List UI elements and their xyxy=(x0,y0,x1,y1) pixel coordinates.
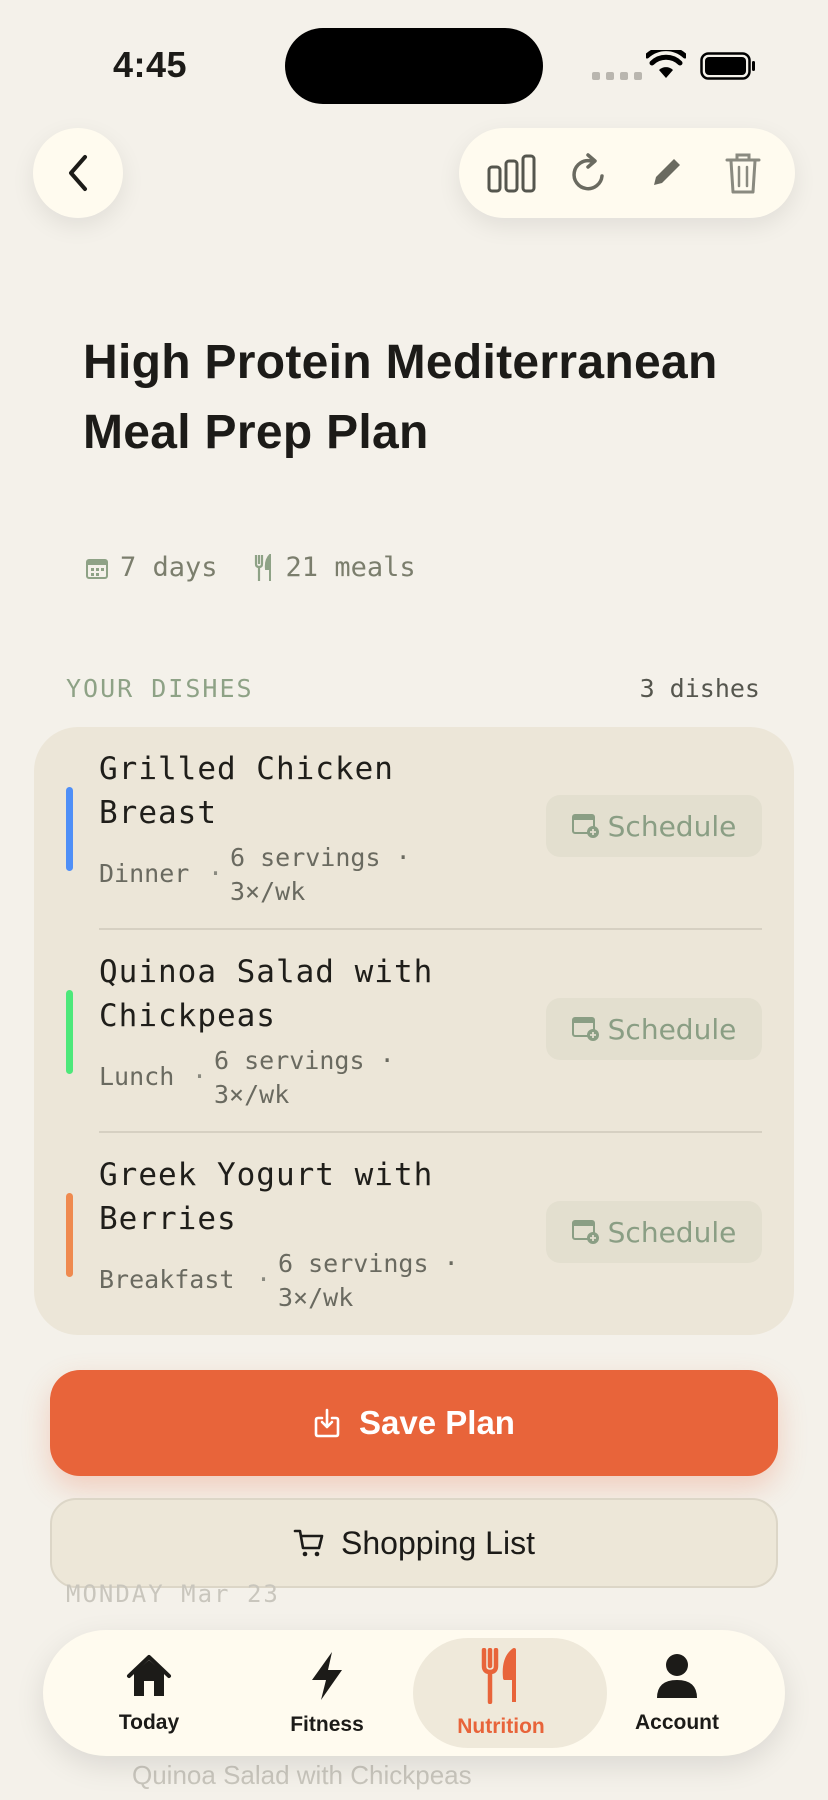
meals-meta: 21 meals xyxy=(254,552,416,583)
schedule-button[interactable]: Schedule xyxy=(546,795,762,857)
dish-servings: 6 servings · 3×/wk xyxy=(278,1249,459,1312)
separator-dot: · xyxy=(208,859,224,888)
calendar-add-icon xyxy=(571,814,599,838)
meals-count: 21 meals xyxy=(285,552,416,583)
dish-meal: Lunch xyxy=(99,1062,175,1091)
delete-button[interactable] xyxy=(713,143,773,203)
day-header-ghost: MONDAY Mar 23 xyxy=(66,1580,280,1608)
dish-servings: 6 servings · 3×/wk xyxy=(214,1046,395,1109)
section-count: 3 dishes xyxy=(639,674,760,703)
days-meta: 7 days xyxy=(86,552,218,583)
tab-label: Fitness xyxy=(290,1712,364,1736)
cellular-icon xyxy=(592,72,642,80)
plan-meta: 7 days 21 meals xyxy=(86,552,452,583)
download-icon xyxy=(314,1408,340,1438)
cart-icon xyxy=(293,1529,324,1557)
save-plan-button[interactable]: Save Plan xyxy=(50,1370,778,1476)
dish-name: Greek Yogurt with Berries xyxy=(99,1157,434,1237)
dish-meal: Breakfast xyxy=(99,1265,235,1294)
fork-knife-icon xyxy=(254,553,271,581)
chevron-left-icon xyxy=(69,155,87,191)
tab-fitness[interactable]: Fitness xyxy=(237,1630,417,1756)
schedule-label: Schedule xyxy=(607,809,737,843)
stats-button[interactable] xyxy=(482,143,542,203)
schedule-label: Schedule xyxy=(607,1215,737,1249)
meal-color-bar xyxy=(66,990,73,1074)
tab-account[interactable]: Account xyxy=(587,1630,767,1756)
section-label: YOUR DISHES xyxy=(66,674,254,703)
tab-label: Today xyxy=(118,1710,180,1734)
separator-dot: · xyxy=(256,1265,272,1294)
save-plan-label: Save Plan xyxy=(359,1404,515,1441)
dish-item[interactable]: Greek Yogurt with Berries Breakfast · 6 … xyxy=(34,1133,794,1337)
bolt-icon xyxy=(307,1650,347,1707)
dynamic-island xyxy=(285,28,543,104)
wifi-icon xyxy=(646,50,686,78)
shopping-list-label: Shopping List xyxy=(341,1524,535,1561)
separator-dot: · xyxy=(192,1062,208,1091)
tab-label: Nutrition xyxy=(457,1714,545,1738)
dish-item[interactable]: Quinoa Salad with Chickpeas Lunch · 6 se… xyxy=(34,930,794,1134)
trash-icon xyxy=(725,153,760,194)
dish-name: Quinoa Salad with Chickpeas xyxy=(99,954,434,1034)
status-bar: 4:45 xyxy=(0,0,828,130)
tab-label: Account xyxy=(635,1710,719,1734)
dish-item[interactable]: Grilled Chicken Breast Dinner · 6 servin… xyxy=(34,727,794,931)
schedule-label: Schedule xyxy=(607,1012,737,1046)
regenerate-button[interactable] xyxy=(559,143,619,203)
dish-name: Grilled Chicken Breast xyxy=(99,751,394,831)
dish-meal: Dinner xyxy=(99,859,190,888)
house-icon xyxy=(125,1652,173,1705)
dishes-card: Grilled Chicken Breast Dinner · 6 servin… xyxy=(34,727,794,1335)
schedule-button[interactable]: Schedule xyxy=(546,1201,762,1263)
tab-bar: Today Fitness Nutrition Account xyxy=(43,1630,785,1756)
meal-color-bar xyxy=(66,787,73,871)
pencil-icon xyxy=(653,159,680,185)
person-icon xyxy=(655,1652,699,1705)
refresh-icon xyxy=(571,153,604,191)
status-time: 4:45 xyxy=(113,44,188,85)
edit-button[interactable] xyxy=(636,143,696,203)
bar-chart-icon xyxy=(487,154,535,193)
dish-servings: 6 servings · 3×/wk xyxy=(230,843,411,906)
fork-knife-icon xyxy=(481,1647,521,1709)
battery-icon xyxy=(700,52,755,80)
tab-nutrition[interactable]: Nutrition xyxy=(411,1630,607,1756)
page-title: High Protein Mediterranean Meal Prep Pla… xyxy=(83,336,718,459)
calendar-add-icon xyxy=(571,1220,599,1244)
tab-today[interactable]: Today xyxy=(59,1630,239,1756)
back-button[interactable] xyxy=(33,128,123,218)
schedule-button[interactable]: Schedule xyxy=(546,998,762,1060)
calendar-add-icon xyxy=(571,1017,599,1041)
meal-item-ghost: Quinoa Salad with Chickpeas xyxy=(132,1760,472,1790)
shopping-list-button[interactable]: Shopping List xyxy=(50,1498,778,1588)
plan-actions-toolbar xyxy=(459,128,795,218)
days-count: 7 days xyxy=(120,552,218,583)
meal-color-bar xyxy=(66,1193,73,1277)
calendar-icon xyxy=(86,558,108,579)
